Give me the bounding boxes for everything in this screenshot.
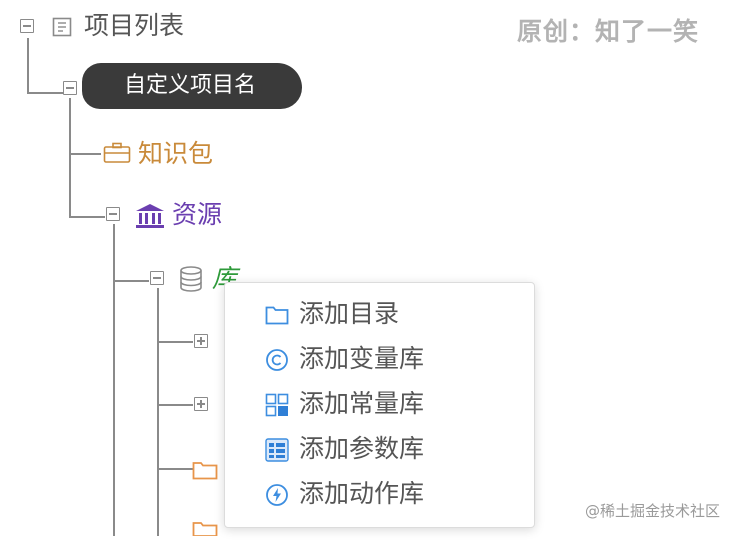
menu-item-label: 添加动作库 [299, 479, 425, 508]
folder-icon [192, 520, 218, 540]
copyright-circle-icon [265, 348, 289, 372]
tree-line [157, 468, 193, 470]
menu-item-add-directory[interactable]: 添加目录 [265, 297, 525, 331]
folder-icon [192, 460, 218, 484]
menu-item-add-constant-library[interactable]: 添加常量库 [265, 387, 525, 421]
grid-blocks-icon [265, 393, 289, 417]
tree-line [113, 280, 149, 282]
tree-line [113, 224, 115, 536]
context-menu: 添加目录 添加变量库 添加常量库 添加参数库 添加动作库 [224, 282, 535, 528]
tree-line [69, 98, 71, 218]
expand-toggle-icon[interactable] [194, 397, 208, 411]
collapse-toggle-icon[interactable] [106, 207, 120, 221]
custom-project-label[interactable]: 自定义项目名 [124, 71, 256, 101]
tree-line [157, 404, 193, 406]
collapse-toggle-icon[interactable] [150, 271, 164, 285]
knowledge-pack-label[interactable]: 知识包 [138, 139, 213, 169]
collapse-toggle-icon[interactable] [63, 81, 77, 95]
briefcase-icon [103, 142, 131, 168]
tree-root-label[interactable]: 项目列表 [84, 11, 184, 41]
tree-line [69, 216, 105, 218]
resources-label[interactable]: 资源 [172, 200, 222, 230]
tree-line [157, 341, 193, 343]
tree-line [157, 288, 159, 536]
expand-toggle-icon[interactable] [194, 334, 208, 348]
tree-line [27, 38, 29, 94]
watermark-text: 原创：知了一笑 [517, 17, 700, 46]
tree-line [69, 153, 101, 155]
list-table-icon [265, 438, 289, 462]
document-icon [52, 17, 72, 41]
collapse-toggle-icon[interactable] [20, 19, 34, 33]
menu-item-add-parameter-library[interactable]: 添加参数库 [265, 432, 525, 466]
tree-line [27, 92, 63, 94]
menu-item-label: 添加常量库 [299, 389, 425, 418]
lightning-circle-icon [265, 483, 289, 507]
database-icon [179, 266, 203, 296]
menu-item-label: 添加参数库 [299, 434, 425, 463]
footer-watermark: @稀土掘金技术社区 [585, 502, 721, 520]
bank-icon [135, 203, 165, 233]
menu-item-label: 添加目录 [299, 299, 400, 328]
menu-item-add-action-library[interactable]: 添加动作库 [265, 477, 525, 511]
folder-icon [265, 303, 289, 327]
menu-item-add-variable-library[interactable]: 添加变量库 [265, 342, 525, 376]
menu-item-label: 添加变量库 [299, 344, 425, 373]
